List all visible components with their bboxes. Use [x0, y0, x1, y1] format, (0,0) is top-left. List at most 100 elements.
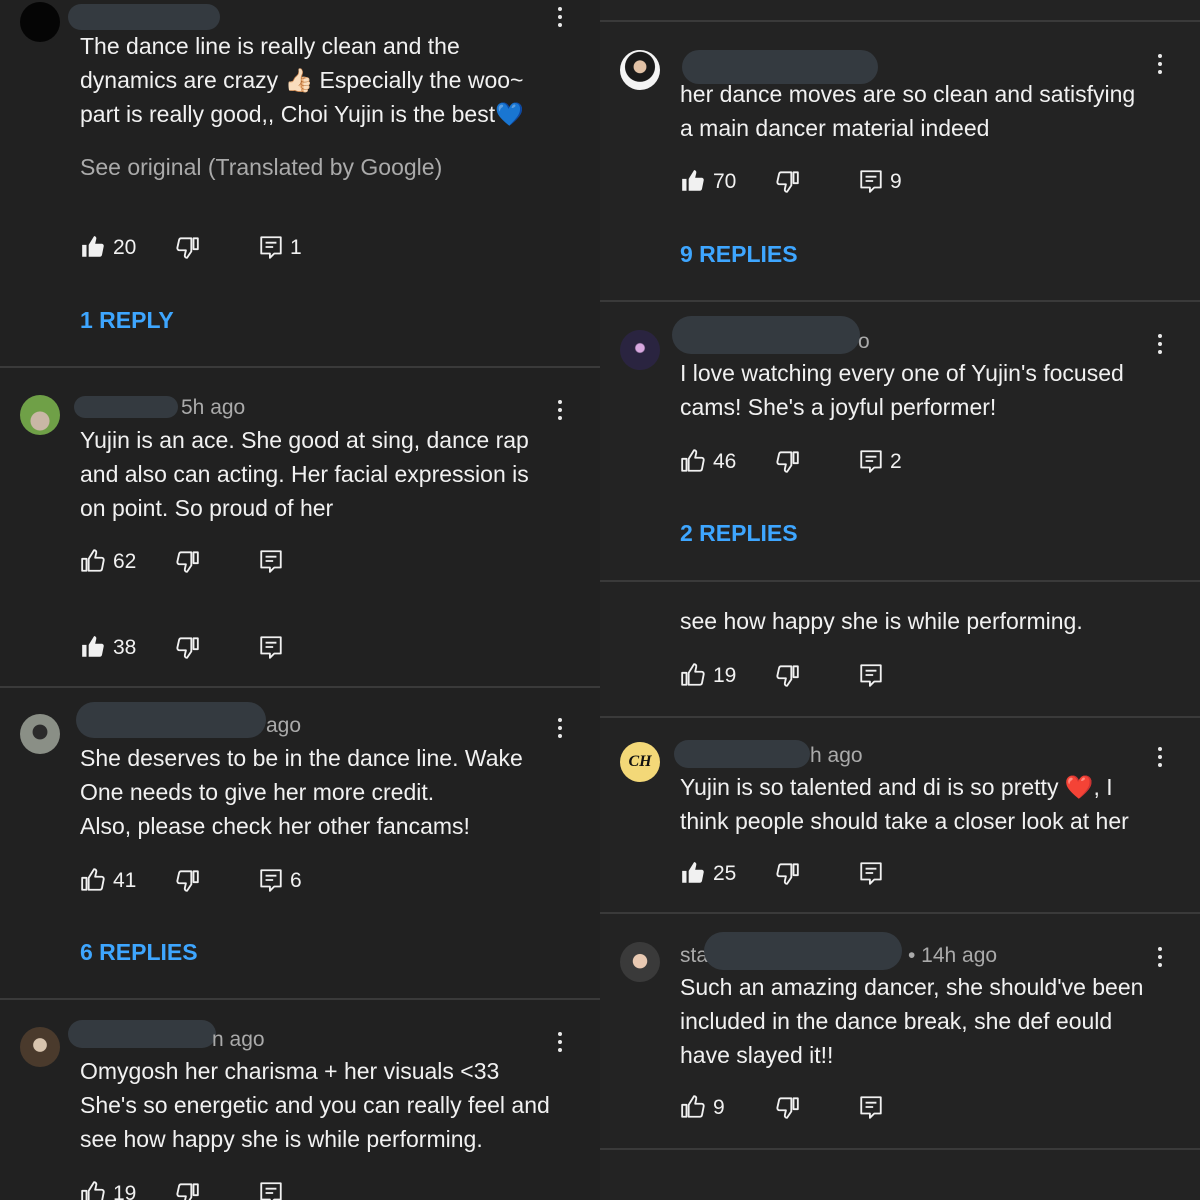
- comment-line: She deserves to be in the dance line. Wa…: [80, 745, 523, 771]
- comment-actions: 19: [80, 1180, 580, 1200]
- thumbs-up-icon[interactable]: [680, 448, 706, 474]
- redacted-username: [704, 932, 902, 970]
- comment-thread: 5h ago Yujin is an ace. She good at sing…: [0, 368, 600, 688]
- more-options-icon[interactable]: [552, 5, 568, 29]
- thumbs-up-icon[interactable]: [80, 234, 106, 260]
- like-count: 41: [113, 869, 137, 892]
- redacted-username: [68, 4, 220, 30]
- thumbs-up-icon[interactable]: [80, 1180, 106, 1200]
- thumbs-up-icon[interactable]: [680, 1094, 706, 1120]
- thumbs-down-icon[interactable]: [774, 860, 800, 886]
- like-count: 46: [713, 450, 737, 473]
- reply-icon[interactable]: [258, 548, 284, 574]
- commenter-avatar[interactable]: CH: [620, 742, 660, 782]
- thumbs-down-icon[interactable]: [174, 234, 200, 260]
- comment-line: her dance moves are so clean and satisfy…: [680, 81, 1136, 107]
- more-options-icon[interactable]: [1152, 745, 1168, 769]
- thumbs-down-icon[interactable]: [774, 448, 800, 474]
- comment-line: Yujin is so talented and di is so pretty…: [680, 774, 1113, 800]
- commenter-avatar[interactable]: [620, 942, 660, 982]
- reply-icon[interactable]: [258, 234, 284, 260]
- thumbs-down-icon[interactable]: [774, 662, 800, 688]
- comment-line: included in the dance break, she def eou…: [680, 1008, 1113, 1034]
- right-comments-panel: her dance moves are so clean and satisfy…: [600, 0, 1200, 1200]
- thumbs-up-icon[interactable]: [80, 867, 106, 893]
- comment-thread: see how happy she is while performing. 1…: [600, 582, 1200, 716]
- comment-thread: sta • 14h ago Such an amazing dancer, sh…: [600, 914, 1200, 1150]
- like-count: 20: [113, 236, 137, 259]
- comment-text: her dance moves are so clean and satisfy…: [680, 77, 1135, 145]
- like-count: 62: [113, 550, 137, 573]
- commenter-avatar[interactable]: [620, 330, 660, 370]
- comment-line: I love watching every one of Yujin's foc…: [680, 360, 1124, 386]
- thumbs-up-icon[interactable]: [80, 634, 106, 660]
- like-count: 19: [713, 664, 737, 687]
- more-options-icon[interactable]: [1152, 52, 1168, 76]
- redacted-username: [74, 396, 178, 418]
- like-count: 9: [713, 1096, 725, 1119]
- comment-timestamp: n ago: [212, 1028, 265, 1051]
- commenter-avatar[interactable]: [620, 50, 660, 90]
- comment-thread: The dance line is really clean and the d…: [0, 0, 600, 368]
- comment-line: The dance line is really clean and the: [80, 33, 460, 59]
- more-options-icon[interactable]: [1152, 332, 1168, 356]
- comment-line: and also can acting. Her facial expressi…: [80, 461, 529, 487]
- thumbs-up-icon[interactable]: [80, 548, 106, 574]
- more-options-icon[interactable]: [552, 716, 568, 740]
- commenter-avatar[interactable]: [20, 714, 60, 754]
- see-original-link[interactable]: See original (Translated by Google): [80, 154, 442, 181]
- comment-text: Yujin is so talented and di is so pretty…: [680, 770, 1129, 838]
- comment-text: see how happy she is while performing.: [680, 604, 1083, 638]
- comment-line: see how happy she is while performing.: [680, 608, 1083, 634]
- reply-count: 6: [290, 869, 302, 892]
- reply-count: 9: [890, 170, 902, 193]
- thumbs-down-icon[interactable]: [174, 867, 200, 893]
- thumbs-down-icon[interactable]: [174, 548, 200, 574]
- more-options-icon[interactable]: [1152, 945, 1168, 969]
- thumbs-down-icon[interactable]: [774, 168, 800, 194]
- thumbs-up-icon[interactable]: [680, 860, 706, 886]
- more-options-icon[interactable]: [552, 398, 568, 422]
- reply-icon[interactable]: [258, 1180, 284, 1200]
- reply-icon[interactable]: [858, 448, 884, 474]
- comment-timestamp: • 14h ago: [908, 944, 998, 967]
- reply-icon[interactable]: [858, 860, 884, 886]
- comment-thread: o I love watching every one of Yujin's f…: [600, 302, 1200, 580]
- comment-line: have slayed it!!: [680, 1042, 834, 1068]
- comment-text: I love watching every one of Yujin's foc…: [680, 356, 1124, 424]
- commenter-avatar[interactable]: [20, 395, 60, 435]
- view-replies-link[interactable]: 2 REPLIES: [680, 520, 798, 547]
- reply-icon[interactable]: [258, 867, 284, 893]
- view-replies-link[interactable]: 1 REPLY: [80, 307, 174, 334]
- more-options-icon[interactable]: [552, 1030, 568, 1054]
- comment-line: part is really good,, Choi Yujin is the …: [80, 101, 524, 127]
- comment-line: One needs to give her more credit.: [80, 779, 435, 805]
- commenter-avatar[interactable]: [20, 1027, 60, 1067]
- commenter-avatar[interactable]: [20, 2, 60, 42]
- view-replies-link[interactable]: 9 REPLIES: [680, 241, 798, 268]
- comment-actions: 9: [680, 1094, 1180, 1124]
- thumbs-down-icon[interactable]: [774, 1094, 800, 1120]
- avatar-initials: CH: [628, 753, 652, 770]
- comment-line: She's so energetic and you can really fe…: [80, 1092, 550, 1118]
- thumbs-up-icon[interactable]: [680, 662, 706, 688]
- comment-actions: 38: [80, 634, 580, 664]
- comment-thread: her dance moves are so clean and satisfy…: [600, 22, 1200, 300]
- comment-text: She deserves to be in the dance line. Wa…: [80, 741, 523, 843]
- like-count: 70: [713, 170, 737, 193]
- comment-actions: 41 6: [80, 867, 580, 897]
- view-replies-link[interactable]: 6 REPLIES: [80, 939, 198, 966]
- comment-actions: 25: [680, 860, 1180, 890]
- thumbs-down-icon[interactable]: [174, 634, 200, 660]
- reply-icon[interactable]: [858, 168, 884, 194]
- reply-icon[interactable]: [858, 662, 884, 688]
- reply-icon[interactable]: [258, 634, 284, 660]
- reply-icon[interactable]: [858, 1094, 884, 1120]
- reply-count: 2: [890, 450, 902, 473]
- thumbs-down-icon[interactable]: [174, 1180, 200, 1200]
- comment-timestamp: ago: [266, 714, 302, 737]
- comment-text: Omygosh her charisma + her visuals <33 S…: [80, 1054, 550, 1156]
- redacted-username: [674, 740, 810, 768]
- comment-actions: 62: [80, 548, 580, 578]
- thumbs-up-icon[interactable]: [680, 168, 706, 194]
